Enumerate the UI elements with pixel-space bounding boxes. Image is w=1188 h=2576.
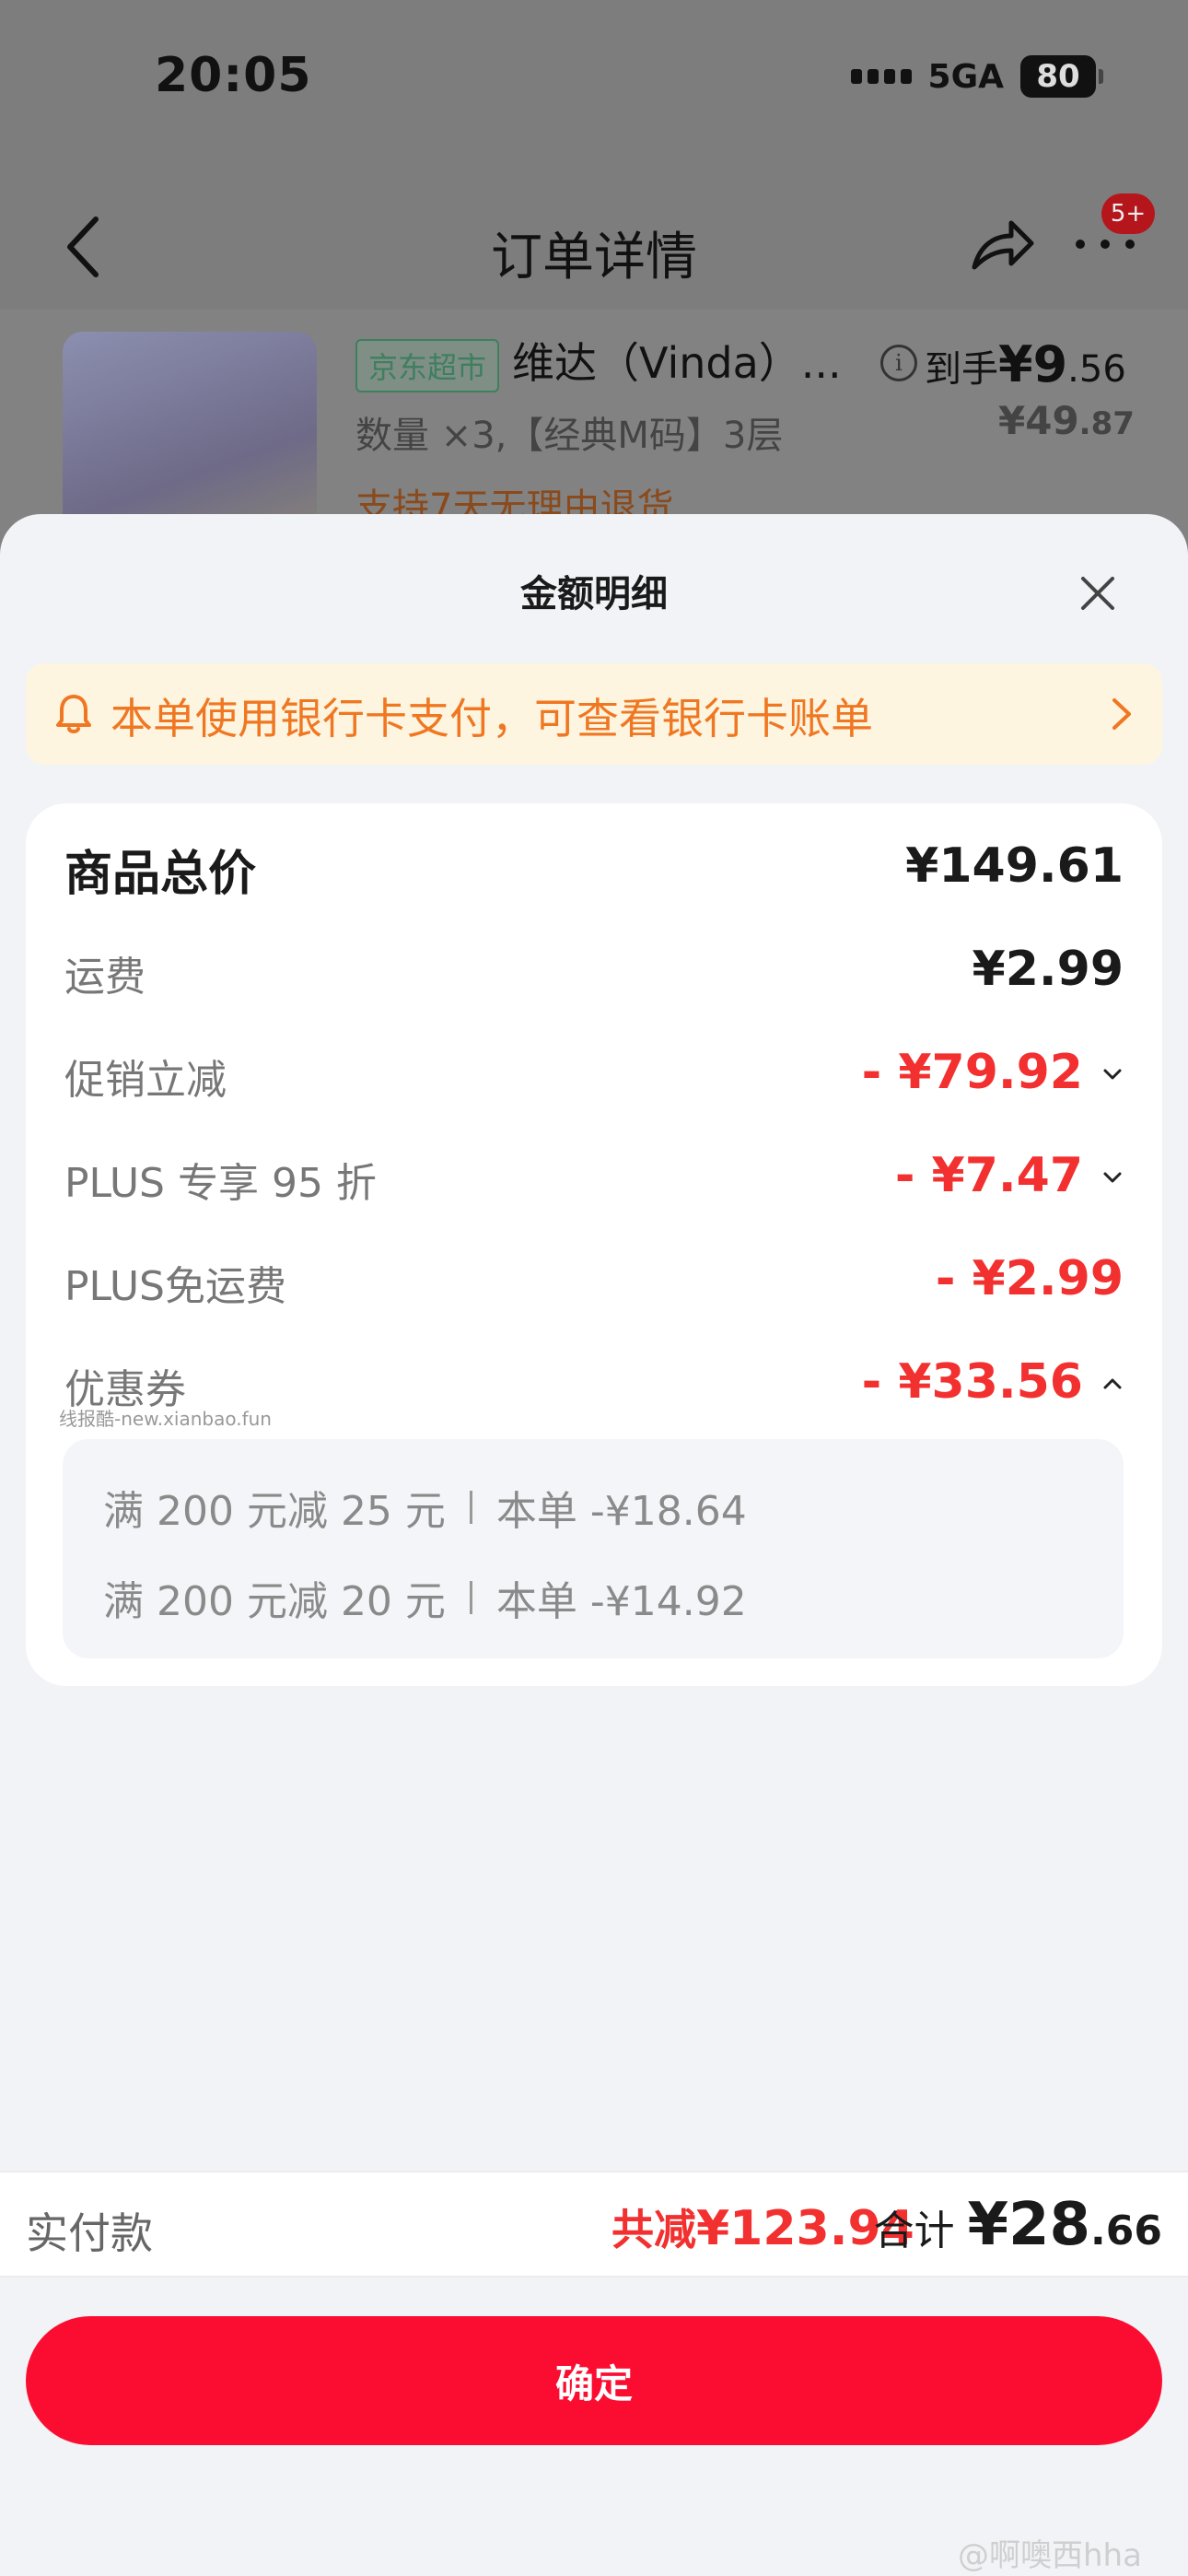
- coupon-saving: 本单 -¥18.64: [495, 1488, 747, 1535]
- row-shipping: 运费 ¥2.99: [64, 934, 1124, 1008]
- chevron-right-icon: [1112, 698, 1131, 730]
- row-value: ¥149.61: [905, 838, 1124, 894]
- row-label: PLUS免运费: [64, 1263, 286, 1310]
- watermark-text: @啊噢西hha: [958, 2537, 1142, 2574]
- row-value: ¥2.99: [972, 942, 1124, 997]
- original-price: ¥49.87: [998, 398, 1135, 443]
- order-detail-background: 20:05 5GA 80 订单详情 5+ 京东超市 维达（Vinda）... i…: [0, 0, 1188, 558]
- bell-icon: [56, 695, 91, 733]
- price-detail-card: 商品总价 ¥149.61 运费 ¥2.99 促销立减 - ¥79.92 PLUS…: [26, 803, 1162, 1686]
- confirm-button[interactable]: 确定: [26, 2316, 1162, 2445]
- network-label: 5GA: [927, 57, 1004, 96]
- coupon-rule: 满 200 元减 25 元: [103, 1488, 446, 1535]
- message-badge: 5+: [1101, 193, 1155, 234]
- sheet-title: 金额明细: [520, 573, 668, 615]
- product-name: 维达（Vinda）...: [512, 338, 842, 388]
- info-icon[interactable]: i: [880, 345, 917, 381]
- row-label: 促销立减: [64, 1057, 227, 1104]
- status-indicators: 5GA 80: [850, 55, 1103, 98]
- divider: [469, 1491, 472, 1524]
- coupon-item: 满 200 元减 25 元 本单 -¥18.64: [103, 1478, 747, 1537]
- row-item-total: 商品总价 ¥149.61: [64, 831, 1124, 905]
- row-value: - ¥7.47: [894, 1148, 1083, 1203]
- bottom-bar: 实付款 共减¥123.94 合计 ¥28.66 确定 @啊噢西hha: [0, 2171, 1188, 2576]
- chevron-up-icon[interactable]: [1101, 1375, 1124, 1393]
- row-label: 商品总价: [64, 847, 257, 902]
- row-promotion[interactable]: 促销立减 - ¥79.92: [64, 1037, 1124, 1111]
- status-time: 20:05: [155, 48, 312, 103]
- product-spec[interactable]: 数量 ×3,【经典M码】3层: [355, 405, 783, 459]
- signal-icon: [850, 69, 912, 84]
- row-value: - ¥79.92: [861, 1045, 1083, 1100]
- row-value: - ¥33.56: [861, 1354, 1083, 1410]
- bank-card-notice[interactable]: 本单使用银行卡支付，可查看银行卡账单: [26, 663, 1162, 765]
- sheet-header: 金额明细: [0, 514, 1188, 662]
- chevron-down-icon[interactable]: [1101, 1065, 1124, 1083]
- status-bar: 20:05 5GA 80: [0, 0, 1188, 166]
- more-icon[interactable]: [1076, 230, 1135, 258]
- coupon-list: 满 200 元减 25 元 本单 -¥18.64 满 200 元减 20 元 本…: [63, 1439, 1124, 1658]
- pay-label: 实付款: [26, 2208, 153, 2258]
- nav-bar: 订单详情 5+: [0, 193, 1188, 295]
- coupon-rule: 满 200 元减 20 元: [103, 1578, 446, 1625]
- store-tag: 京东超市: [355, 339, 500, 392]
- arrive-price: 到手¥9.56: [925, 335, 1126, 393]
- row-plus-discount[interactable]: PLUS 专享 95 折 - ¥7.47: [64, 1141, 1124, 1214]
- row-plus-free-shipping: PLUS免运费 - ¥2.99: [64, 1244, 1124, 1317]
- chevron-down-icon[interactable]: [1101, 1168, 1124, 1187]
- row-label: 运费: [64, 954, 146, 1001]
- total-amount: 合计 ¥28.66: [873, 2191, 1162, 2259]
- total-saved: 共减¥123.94: [611, 2201, 914, 2256]
- coupon-saving: 本单 -¥14.92: [495, 1578, 747, 1625]
- payment-summary: 实付款 共减¥123.94 合计 ¥28.66: [0, 2171, 1188, 2277]
- share-icon[interactable]: [967, 210, 1037, 280]
- watermark-text: 线报酷-new.xianbao.fun: [59, 1408, 272, 1430]
- row-label: PLUS 专享 95 折: [64, 1160, 377, 1207]
- battery-icon: 80: [1020, 55, 1103, 98]
- close-icon[interactable]: [1076, 571, 1120, 615]
- row-value: - ¥2.99: [935, 1251, 1124, 1306]
- coupon-item: 满 200 元减 20 元 本单 -¥14.92: [103, 1568, 747, 1627]
- notice-text: 本单使用银行卡支付，可查看银行卡账单: [111, 694, 873, 744]
- divider: [469, 1581, 472, 1614]
